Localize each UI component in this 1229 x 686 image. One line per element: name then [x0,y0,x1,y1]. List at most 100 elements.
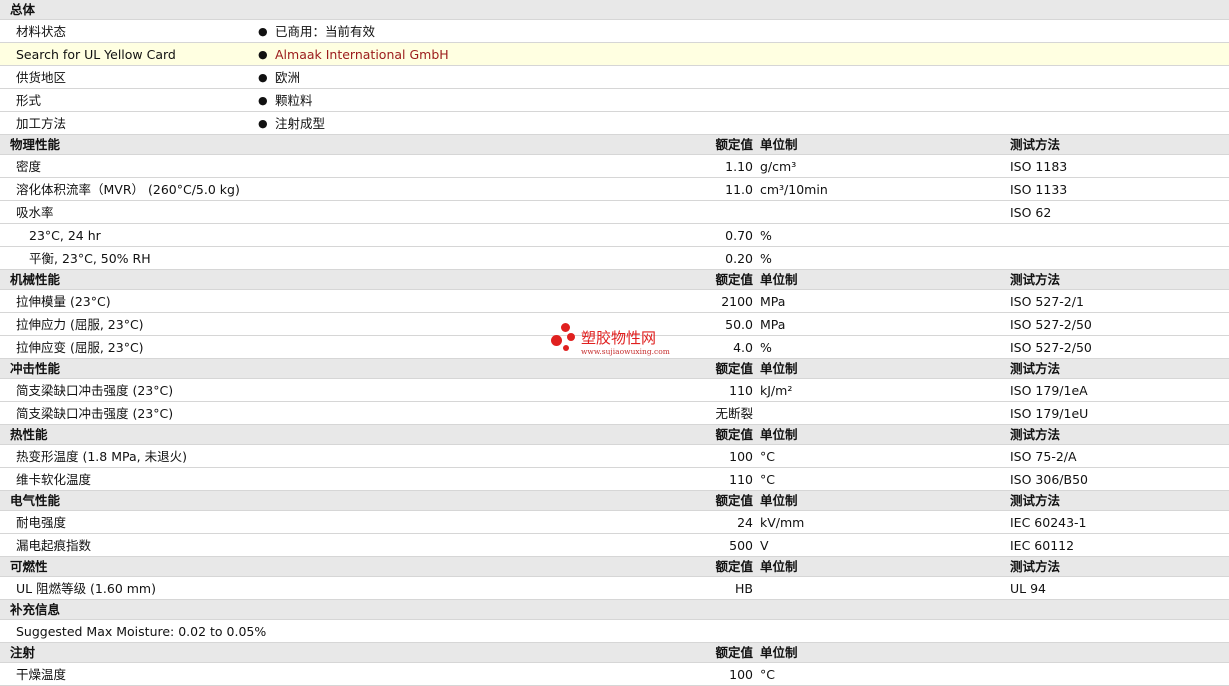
property-row: 吸水率 ISO 62 [0,201,1229,224]
column-header-unit: 单位制 [760,272,798,287]
bullet-icon: ● [258,94,268,107]
property-row: 拉伸模量 (23°C) 2100 MPa ISO 527-2/1 [0,290,1229,313]
property-unit: g/cm³ [760,159,797,174]
column-header-test-method: 测试方法 [1010,272,1061,287]
column-header-value: 额定值 [715,493,753,508]
property-row: 23°C, 24 hr 0.70% [0,224,1229,247]
property-unit: MPa [760,294,786,309]
test-method: IEC 60243-1 [1010,515,1087,530]
bullet-icon: ● [258,117,268,130]
property-value: 0.70 [725,228,753,243]
property-row: 干燥温度 100 °C [0,663,1229,686]
section-title: 可燃性 [10,559,48,574]
property-unit: V [760,538,769,553]
watermark-logo-dot [551,335,562,346]
test-method: ISO 179/1eA [1010,383,1088,398]
property-unit: kJ/m² [760,383,793,398]
property-row: 平衡, 23°C, 50% RH 0.20% [0,247,1229,270]
property-value: HB [735,581,753,596]
property-value: 无断裂 [715,406,753,421]
property-value-text: 欧洲 [275,70,301,85]
section-header: 物理性能 额定值 单位制 测试方法 [0,135,1229,155]
test-method: ISO 527-2/50 [1010,340,1092,355]
property-label: 密度 [16,159,42,174]
section-title: 机械性能 [10,272,61,287]
column-header-value: 额定值 [715,361,753,376]
supplier-link[interactable]: Almaak International GmbH [275,47,449,63]
watermark-text: 塑胶物性网 [581,329,657,347]
section-header: 机械性能 额定值 单位制 测试方法 [0,270,1229,290]
section-header: 总体 [0,0,1229,20]
section-header: 可燃性 额定值 单位制 测试方法 [0,557,1229,577]
column-header-value: 额定值 [715,559,753,574]
section-title: 电气性能 [10,493,61,508]
column-header-value: 额定值 [715,137,753,152]
property-row: 溶化体积流率（MVR） (260°C/5.0 kg) 11.0 cm³/10min I… [0,178,1229,201]
section-title: 补充信息 [10,602,61,617]
bullet-icon: ● [258,71,268,84]
property-unit: °C [760,667,775,682]
property-value: 110 [729,383,753,398]
watermark-logo-dot [563,345,569,351]
property-label: 耐电强度 [16,515,67,530]
test-method: ISO 75-2/A [1010,449,1077,464]
property-row: Search for UL Yellow Card ● Almaak Interna… [0,43,1229,66]
property-row: 材料状态 ● 已商用：当前有效 [0,20,1229,43]
property-row: 维卡软化温度 110 °C ISO 306/B50 [0,468,1229,491]
column-header-value: 额定值 [715,427,753,442]
watermark-logo-dot [567,333,575,341]
section-title: 热性能 [10,427,48,442]
column-header-unit: 单位制 [760,427,798,442]
property-row: 简支梁缺口冲击强度 (23°C) 110 kJ/m² ISO 179/1eA [0,379,1229,402]
column-header-test-method: 测试方法 [1010,559,1061,574]
column-header-unit: 单位制 [760,493,798,508]
property-unit: °C [760,472,775,487]
property-value: 100 [729,449,753,464]
section-header: 注射 额定值 单位制 [0,643,1229,663]
property-value: 50.0 [725,317,753,332]
property-label: 简支梁缺口冲击强度 (23°C) [16,406,174,421]
bullet-icon: ● [258,25,268,38]
property-unit: % [760,251,772,266]
property-unit: % [760,340,772,355]
test-method: ISO 306/B50 [1010,472,1088,487]
watermark-logo-dot [561,323,570,332]
property-unit: kV/mm [760,515,805,530]
property-label: 热变形温度 (1.8 MPa, 未退火) [16,449,187,464]
column-header-unit: 单位制 [760,559,798,574]
section-title: 物理性能 [10,137,61,152]
property-label: UL 阻燃等级 (1.60 mm) [16,581,156,596]
property-unit: °C [760,449,775,464]
property-label: 加工方法 [16,116,67,131]
bullet-icon: ● [258,48,268,61]
test-method: ISO 1183 [1010,159,1068,174]
property-label: Search for UL Yellow Card [16,47,176,62]
column-header-value: 额定值 [715,272,753,287]
property-value: 2100 [721,294,753,309]
property-unit: MPa [760,317,786,332]
property-label: 形式 [16,93,42,108]
test-method: ISO 62 [1010,205,1052,220]
watermark-url: www.sujiaowuxing.com [581,347,670,356]
section-title: 总体 [10,2,36,17]
property-unit: cm³/10min [760,182,828,197]
property-unit: % [760,228,772,243]
section-header: 冲击性能 额定值 单位制 测试方法 [0,359,1229,379]
property-label: 吸水率 [16,205,54,220]
section-title: 冲击性能 [10,361,61,376]
section-header: 热性能 额定值 单位制 测试方法 [0,425,1229,445]
property-value: 11.0 [725,182,753,197]
property-value: 500 [729,538,753,553]
property-row: 加工方法 ● 注射成型 [0,112,1229,135]
property-row: Suggested Max Moisture: 0.02 to 0.05% [0,620,1229,643]
test-method: ISO 527-2/1 [1010,294,1084,309]
property-value: 24 [737,515,753,530]
property-label: 拉伸应变 (屈服, 23°C) [16,340,144,355]
section-title: 注射 [10,645,36,660]
property-value-text: 注射成型 [275,116,326,131]
column-header-unit: 单位制 [760,361,798,376]
property-label: 拉伸模量 (23°C) [16,294,111,309]
column-header-unit: 单位制 [760,137,798,152]
test-method: ISO 1133 [1010,182,1068,197]
column-header-test-method: 测试方法 [1010,427,1061,442]
